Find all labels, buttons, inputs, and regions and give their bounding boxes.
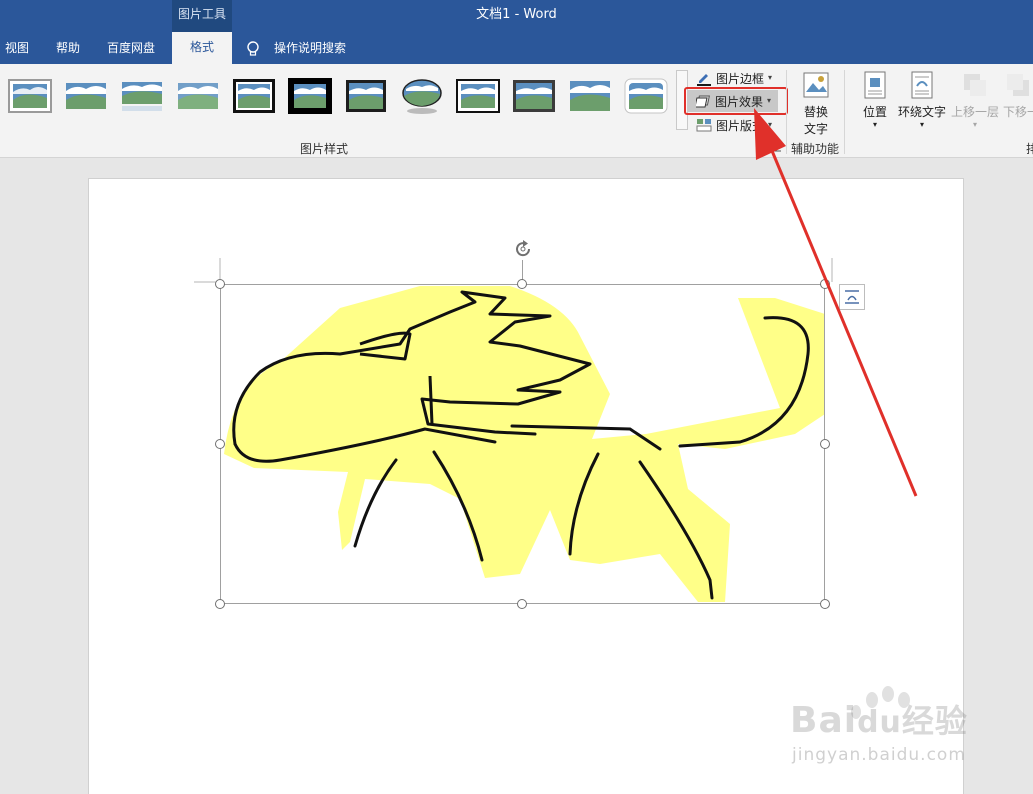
picture-style-thumb-10[interactable] — [512, 78, 556, 114]
annotation-arrow — [754, 108, 918, 497]
wrap-text-icon — [911, 71, 933, 99]
picture-styles-group-label: 图片样式 — [300, 142, 349, 156]
picture-style-thumb-7[interactable] — [344, 78, 388, 114]
send-backward-label: 下移一层 — [1003, 105, 1033, 119]
resize-handle-top-left[interactable] — [215, 279, 225, 289]
resize-handle-bottom[interactable] — [517, 599, 527, 609]
lightbulb-icon — [247, 41, 259, 56]
pencil-icon — [697, 74, 711, 86]
arrange-group-label: 排 — [1026, 142, 1033, 156]
picture-style-thumb-5[interactable] — [232, 78, 276, 114]
position-icon — [864, 71, 886, 99]
resize-handle-bottom-right[interactable] — [820, 599, 830, 609]
picture-style-thumb-9[interactable] — [456, 78, 500, 114]
picture-style-thumb-6[interactable] — [288, 78, 332, 114]
send-backward-icon — [1007, 74, 1029, 96]
picture-layout-icon — [696, 119, 712, 132]
document-title: 文档1 - Word — [476, 7, 557, 22]
resize-handle-bottom-left[interactable] — [215, 599, 225, 609]
picture-style-thumb-11[interactable] — [568, 78, 612, 114]
picture-border-label: 图片边框 — [716, 72, 765, 86]
context-tab-header: 图片工具 — [172, 0, 232, 32]
bring-forward-label: 上移一层 — [950, 105, 999, 119]
picture-border-button[interactable]: 图片边框 ▾ — [696, 68, 780, 88]
chevron-down-icon: ▾ — [972, 120, 977, 129]
chevron-down-icon: ▾ — [768, 73, 773, 82]
image-selection-frame — [220, 284, 825, 604]
picture-style-thumb-8[interactable] — [400, 78, 444, 114]
tell-me-search[interactable]: 操作说明搜索 — [274, 32, 346, 64]
picture-style-thumb-3[interactable] — [120, 78, 164, 114]
picture-style-thumb-12[interactable] — [624, 78, 668, 114]
resize-handle-left[interactable] — [215, 439, 225, 449]
watermark-url: jingyan.baidu.com — [792, 745, 966, 765]
send-backward-button[interactable]: 下移一层 — [1003, 70, 1033, 136]
picture-style-thumb-1[interactable] — [8, 78, 52, 114]
picture-style-thumb-4[interactable] — [176, 78, 220, 114]
alt-text-icon — [803, 72, 829, 98]
bring-forward-button[interactable]: 上移一层 ▾ — [950, 70, 1000, 136]
tab-baidu-disk[interactable]: 百度网盘 — [107, 32, 155, 64]
watermark-brand: Baidu经验 — [790, 700, 968, 741]
bring-forward-icon — [964, 74, 986, 96]
tab-view[interactable]: 视图 — [5, 32, 29, 64]
resize-handle-top[interactable] — [517, 279, 527, 289]
tab-help[interactable]: 帮助 — [56, 32, 80, 64]
rotate-handle-icon[interactable] — [512, 238, 534, 260]
picture-style-thumb-2[interactable] — [64, 78, 108, 114]
tab-format[interactable]: 格式 — [172, 32, 232, 64]
